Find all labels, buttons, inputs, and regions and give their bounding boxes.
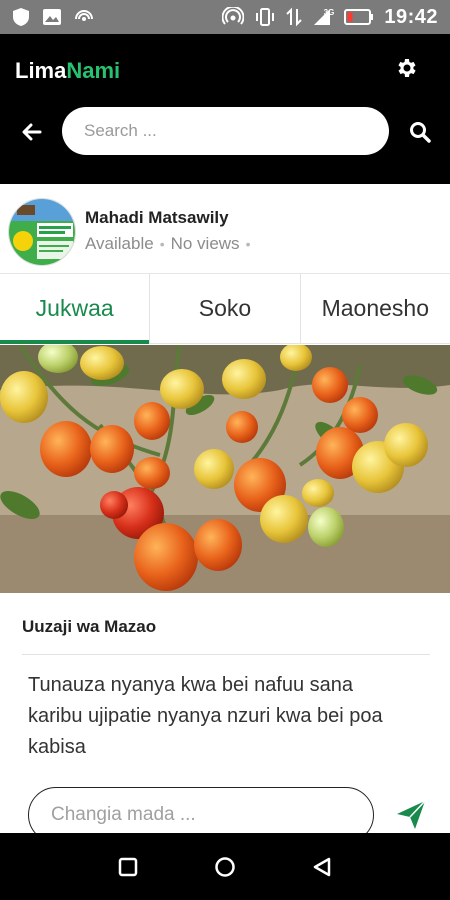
system-nav-bar (0, 833, 450, 900)
separator-dot: • (245, 236, 251, 252)
post-title: Uuzaji wa Mazao (22, 617, 157, 636)
app-header: LimaNami (0, 34, 450, 184)
brand-prefix: Lima (15, 58, 67, 83)
send-icon[interactable] (394, 798, 428, 832)
circle-icon (215, 856, 235, 877)
post-divider (22, 654, 430, 655)
post-image[interactable] (0, 345, 450, 593)
tab-soko[interactable]: Soko (150, 274, 301, 343)
battery-low-icon (344, 9, 374, 25)
square-icon (119, 857, 138, 876)
back-button[interactable] (308, 853, 336, 881)
brand-logo: LimaNami (15, 58, 120, 84)
status-right-icons: 3G 19:42 (221, 5, 438, 29)
network-badge: 3G (323, 7, 335, 17)
clock: 19:42 (384, 5, 438, 28)
status-bar: 3G 19:42 (0, 0, 450, 34)
profile-name[interactable]: Mahadi Matsawily (85, 208, 229, 228)
shield-icon (13, 8, 29, 26)
avatar-logo-image (9, 199, 75, 265)
tab-jukwaa[interactable]: Jukwaa (0, 274, 151, 344)
hotspot-icon (221, 7, 244, 25)
status-left-icons (12, 7, 94, 27)
tab-bar: Jukwaa Soko Maonesho (0, 274, 450, 344)
search-icon[interactable] (408, 120, 432, 144)
post-body: Tunauza nyanya kwa bei nafuu sana karibu… (28, 674, 383, 758)
availability-status: Available (85, 234, 154, 253)
tab-maonesho[interactable]: Maonesho (301, 274, 450, 343)
tomato-plants-photo (0, 345, 450, 593)
recent-apps-button[interactable] (114, 853, 142, 881)
separator-dot: • (159, 236, 165, 252)
image-icon (43, 9, 61, 25)
view-count: No views (170, 234, 240, 253)
nfc-icon (75, 10, 93, 21)
triangle-back-icon (313, 857, 330, 876)
avatar[interactable] (8, 198, 76, 266)
search-input[interactable] (62, 107, 389, 155)
profile-row[interactable]: Mahadi Matsawily Available • No views • (0, 184, 450, 274)
profile-meta: Available • No views • (85, 234, 250, 254)
gear-icon[interactable] (394, 56, 418, 80)
vibrate-icon (255, 8, 274, 26)
data-transfer-icon (285, 7, 302, 27)
back-arrow-icon[interactable] (20, 120, 44, 144)
brand-suffix: Nami (66, 58, 121, 83)
app-screen: 3G 19:42 LimaNami Search ... Mahadi Mats… (0, 0, 450, 900)
home-button[interactable] (211, 853, 239, 881)
